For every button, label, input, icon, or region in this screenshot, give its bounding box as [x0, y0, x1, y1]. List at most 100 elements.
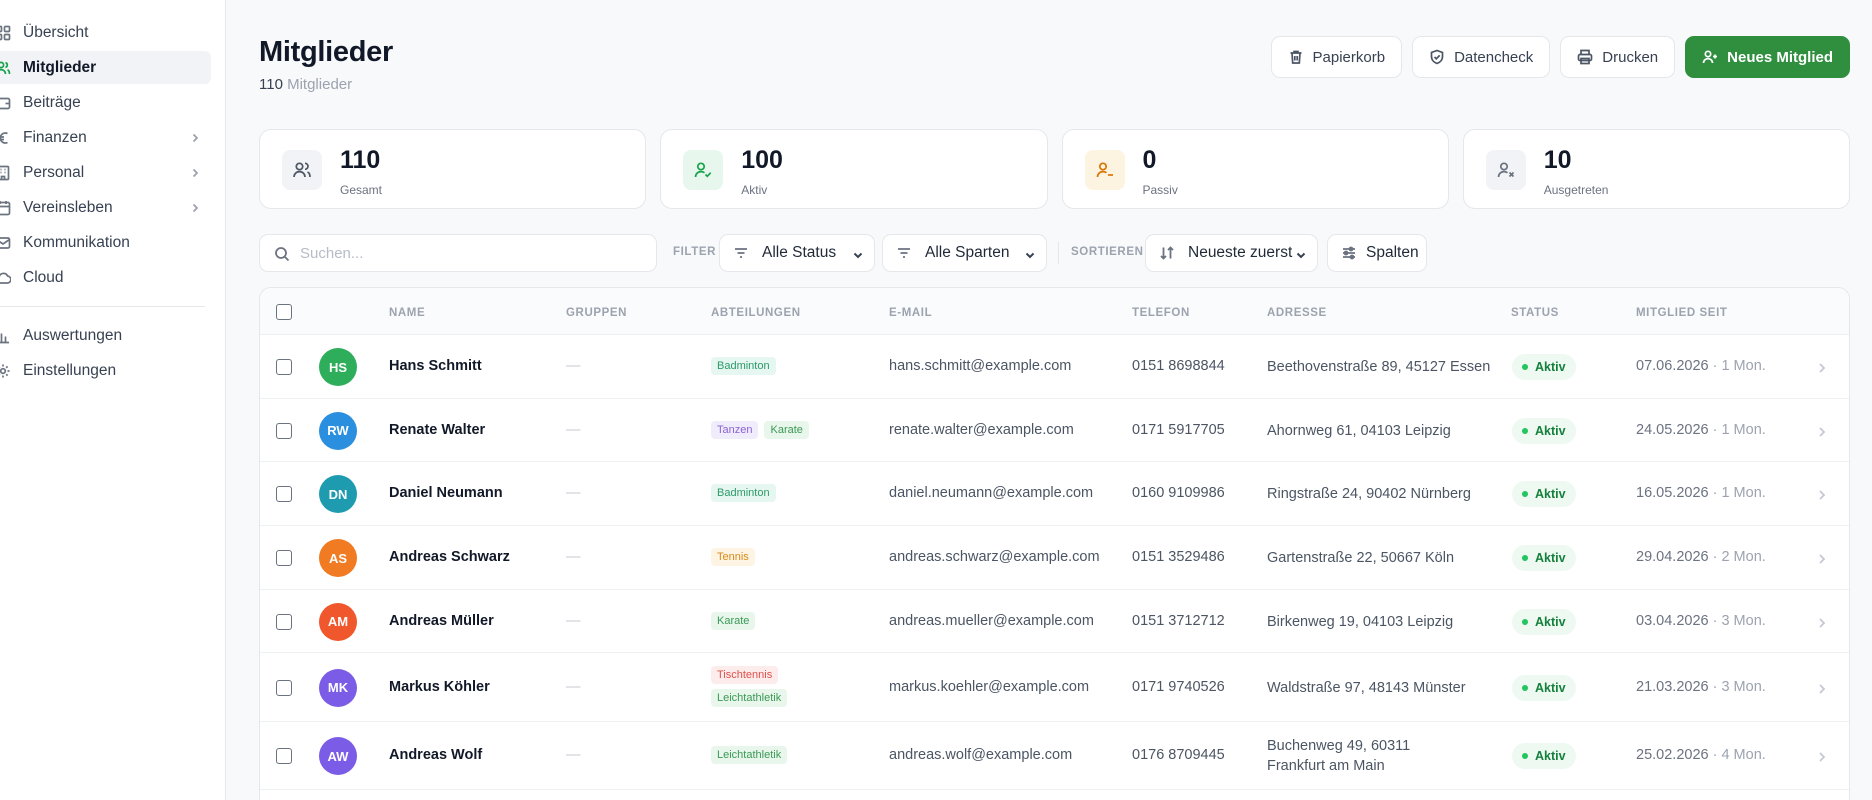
stat-card-aktiv: 100 Aktiv [660, 129, 1048, 209]
column-header-gruppen[interactable]: GRUPPEN [566, 307, 627, 319]
stat-value: 100 [741, 146, 783, 174]
status-dot [1522, 491, 1528, 497]
department-tags: Leichtathletik [711, 746, 831, 764]
sidebar-item-cloud[interactable]: Cloud [0, 261, 211, 294]
new-member-button[interactable]: Neues Mitglied [1685, 36, 1850, 78]
column-header-telefon[interactable]: TELEFON [1132, 307, 1190, 319]
stat-label: Ausgetreten [1543, 183, 1609, 197]
member-since: 16.05.2026 · 1 Mon. [1636, 485, 1766, 501]
status-badge: Aktiv [1512, 354, 1576, 380]
member-email[interactable]: hans.schmitt@example.com [889, 358, 1071, 374]
chevron-right-icon [189, 131, 201, 143]
select-all-checkbox[interactable] [276, 304, 292, 320]
row-checkbox[interactable] [276, 613, 292, 630]
sidebar-item-label: Einstellungen [23, 361, 117, 379]
member-email[interactable]: markus.koehler@example.com [889, 679, 1089, 695]
search-input[interactable] [300, 235, 640, 271]
member-name[interactable]: Andreas Müller [389, 613, 494, 629]
datacheck-button[interactable]: Datencheck [1412, 36, 1551, 78]
row-checkbox[interactable] [276, 486, 292, 502]
chevron-right-icon[interactable] [1817, 682, 1827, 694]
chevron-right-icon[interactable] [1817, 361, 1827, 373]
sidebar-item-kommunikation[interactable]: Kommunikation [0, 226, 211, 259]
member-name[interactable]: Andreas Wolf [389, 747, 482, 763]
bar-chart-icon [0, 328, 11, 344]
member-name[interactable]: Hans Schmitt [389, 358, 482, 374]
sidebar-item-einstellungen[interactable]: Einstellungen [0, 354, 211, 387]
member-phone: 0151 8698844 [1132, 358, 1225, 374]
table-header: NAME GRUPPEN ABTEILUNGEN E-MAIL TELEFON … [260, 288, 1849, 335]
member-phone: 0171 5917705 [1132, 421, 1225, 438]
member-name[interactable]: Renate Walter [389, 422, 485, 438]
sparten-filter-select[interactable]: Alle Sparten [882, 234, 1047, 272]
member-email[interactable]: andreas.schwarz@example.com [889, 549, 1100, 565]
trash-button[interactable]: Papierkorb [1270, 36, 1403, 78]
status-badge: Aktiv [1512, 674, 1576, 701]
row-checkbox[interactable] [276, 359, 292, 375]
sidebar-item-beitraege[interactable]: Beiträge [0, 86, 211, 119]
member-since-duration: · 1 Mon. [1712, 485, 1766, 501]
member-since-duration: · 3 Mon. [1712, 678, 1766, 695]
sidebar-item-uebersicht[interactable]: Übersicht [0, 16, 211, 49]
avatar: AS [319, 539, 357, 577]
member-name[interactable]: Andreas Schwarz [389, 549, 510, 565]
column-header-name[interactable]: NAME [389, 307, 425, 319]
status-dot [1522, 618, 1528, 625]
chevron-right-icon [189, 166, 201, 178]
stats-row: 110 Gesamt 100 Aktiv 0 Passiv 10 Ausgetr… [259, 129, 1850, 209]
sidebar-nav: Übersicht Mitglieder Beiträge Finanzen P… [0, 0, 225, 387]
page-title: Mitglieder [259, 36, 393, 68]
status-dot [1522, 427, 1528, 434]
status-dot [1522, 684, 1528, 691]
chevron-right-icon[interactable] [1817, 552, 1827, 564]
sort-select[interactable]: Neueste zuerst [1145, 234, 1318, 272]
status-filter-select[interactable]: Alle Status [719, 234, 875, 272]
row-checkbox[interactable] [276, 550, 292, 566]
chevron-right-icon[interactable] [1817, 616, 1827, 628]
department-tag: Karate [764, 420, 809, 439]
sidebar-item-finanzen[interactable]: Finanzen [0, 121, 211, 154]
row-checkbox[interactable] [276, 422, 292, 439]
member-groups: — [566, 485, 581, 501]
stat-label: Gesamt [340, 183, 383, 197]
column-header-email[interactable]: E-MAIL [889, 307, 932, 319]
sidebar-item-mitglieder[interactable]: Mitglieder [0, 51, 211, 84]
chevron-right-icon[interactable] [1817, 488, 1827, 500]
search-icon [275, 247, 290, 262]
department-tags: Tanzen Karate [711, 420, 831, 439]
member-since: 21.03.2026 · 3 Mon. [1636, 679, 1766, 695]
table-toolbar: FILTER Alle Status Alle Sparten SORTIERE… [259, 234, 1850, 272]
row-checkbox[interactable] [276, 679, 292, 696]
chevron-right-icon[interactable] [1817, 750, 1827, 762]
member-email[interactable]: andreas.wolf@example.com [889, 747, 1072, 763]
member-email[interactable]: andreas.mueller@example.com [889, 613, 1094, 629]
member-since-date: 25.02.2026 [1636, 747, 1709, 763]
sidebar-item-label: Beiträge [23, 93, 81, 111]
column-header-mitglied-seit[interactable]: MITGLIED SEIT [1636, 307, 1728, 319]
row-checkbox[interactable] [276, 748, 292, 764]
column-header-abteilungen[interactable]: ABTEILUNGEN [711, 307, 801, 319]
column-header-adresse[interactable]: ADRESSE [1267, 307, 1327, 319]
filter-label: FILTER [673, 246, 716, 258]
mail-icon [0, 235, 11, 251]
member-email[interactable]: renate.walter@example.com [889, 422, 1074, 438]
print-button[interactable]: Drucken [1560, 36, 1676, 78]
status-label: Aktiv [1535, 551, 1566, 565]
column-header-status[interactable]: STATUS [1511, 307, 1559, 319]
member-name[interactable]: Daniel Neumann [389, 485, 503, 501]
avatar: MK [319, 668, 357, 707]
department-tags: Tischtennis Leichtathletik [711, 665, 831, 707]
columns-button[interactable]: Spalten [1327, 234, 1427, 272]
member-since-date: 29.04.2026 [1636, 549, 1709, 565]
sidebar-item-vereinsleben[interactable]: Vereinsleben [0, 191, 211, 224]
sidebar-item-personal[interactable]: Personal [0, 156, 211, 189]
chevron-down-icon [852, 248, 864, 260]
member-email[interactable]: daniel.neumann@example.com [889, 485, 1093, 501]
chevron-right-icon [189, 201, 201, 213]
grid-icon [0, 25, 11, 41]
department-tag: Badminton [711, 357, 776, 375]
member-name[interactable]: Markus Köhler [389, 679, 490, 695]
page-subtitle: 110 Mitglieder [259, 76, 352, 93]
sidebar-item-auswertungen[interactable]: Auswertungen [0, 319, 211, 352]
chevron-right-icon[interactable] [1817, 425, 1827, 437]
